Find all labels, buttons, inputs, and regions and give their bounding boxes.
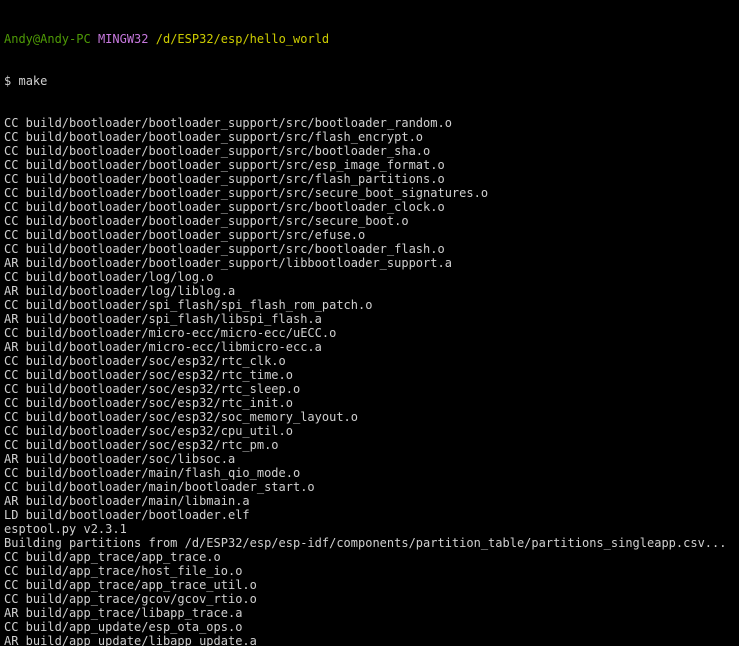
terminal-output: CC build/bootloader/bootloader_support/s… [4, 116, 735, 646]
prompt-shell: MINGW32 [98, 32, 149, 46]
output-line: AR build/bootloader/bootloader_support/l… [4, 256, 735, 270]
output-line: AR build/bootloader/main/libmain.a [4, 494, 735, 508]
output-line: CC build/bootloader/soc/esp32/soc_memory… [4, 410, 735, 424]
output-line: CC build/bootloader/soc/esp32/rtc_clk.o [4, 354, 735, 368]
output-line: LD build/bootloader/bootloader.elf [4, 508, 735, 522]
output-line: CC build/bootloader/bootloader_support/s… [4, 158, 735, 172]
output-line: CC build/bootloader/bootloader_support/s… [4, 200, 735, 214]
output-line: CC build/bootloader/bootloader_support/s… [4, 172, 735, 186]
output-line: AR build/bootloader/log/liblog.a [4, 284, 735, 298]
output-line: AR build/app_trace/libapp_trace.a [4, 606, 735, 620]
output-line: CC build/bootloader/main/bootloader_star… [4, 480, 735, 494]
output-line: AR build/app_update/libapp_update.a [4, 634, 735, 646]
output-line: CC build/app_update/esp_ota_ops.o [4, 620, 735, 634]
command-text: make [18, 74, 47, 88]
terminal-window[interactable]: Andy@Andy-PC MINGW32 /d/ESP32/esp/hello_… [0, 0, 739, 646]
output-line: esptool.py v2.3.1 [4, 522, 735, 536]
output-line: CC build/bootloader/log/log.o [4, 270, 735, 284]
prompt-symbol: $ [4, 74, 11, 88]
prompt-user-host: Andy@Andy-PC [4, 32, 91, 46]
command-line: $ make [4, 74, 735, 88]
output-line: CC build/bootloader/micro-ecc/micro-ecc/… [4, 326, 735, 340]
output-line: CC build/bootloader/soc/esp32/rtc_sleep.… [4, 382, 735, 396]
output-line: CC build/bootloader/bootloader_support/s… [4, 116, 735, 130]
output-line: CC build/bootloader/bootloader_support/s… [4, 228, 735, 242]
prompt-cwd: /d/ESP32/esp/hello_world [156, 32, 329, 46]
output-line: CC build/bootloader/bootloader_support/s… [4, 242, 735, 256]
output-line: CC build/app_trace/host_file_io.o [4, 564, 735, 578]
output-line: CC build/app_trace/app_trace_util.o [4, 578, 735, 592]
output-line: CC build/bootloader/soc/esp32/rtc_time.o [4, 368, 735, 382]
output-line: Building partitions from /d/ESP32/esp/es… [4, 536, 735, 550]
output-line: CC build/bootloader/main/flash_qio_mode.… [4, 466, 735, 480]
output-line: AR build/bootloader/micro-ecc/libmicro-e… [4, 340, 735, 354]
prompt-line: Andy@Andy-PC MINGW32 /d/ESP32/esp/hello_… [4, 32, 735, 46]
output-line: CC build/app_trace/gcov/gcov_rtio.o [4, 592, 735, 606]
output-line: AR build/bootloader/spi_flash/libspi_fla… [4, 312, 735, 326]
output-line: CC build/bootloader/spi_flash/spi_flash_… [4, 298, 735, 312]
output-line: CC build/bootloader/bootloader_support/s… [4, 186, 735, 200]
output-line: CC build/bootloader/soc/esp32/rtc_pm.o [4, 438, 735, 452]
output-line: CC build/bootloader/soc/esp32/rtc_init.o [4, 396, 735, 410]
output-line: AR build/bootloader/soc/libsoc.a [4, 452, 735, 466]
output-line: CC build/bootloader/bootloader_support/s… [4, 130, 735, 144]
output-line: CC build/app_trace/app_trace.o [4, 550, 735, 564]
output-line: CC build/bootloader/soc/esp32/cpu_util.o [4, 424, 735, 438]
output-line: CC build/bootloader/bootloader_support/s… [4, 214, 735, 228]
output-line: CC build/bootloader/bootloader_support/s… [4, 144, 735, 158]
